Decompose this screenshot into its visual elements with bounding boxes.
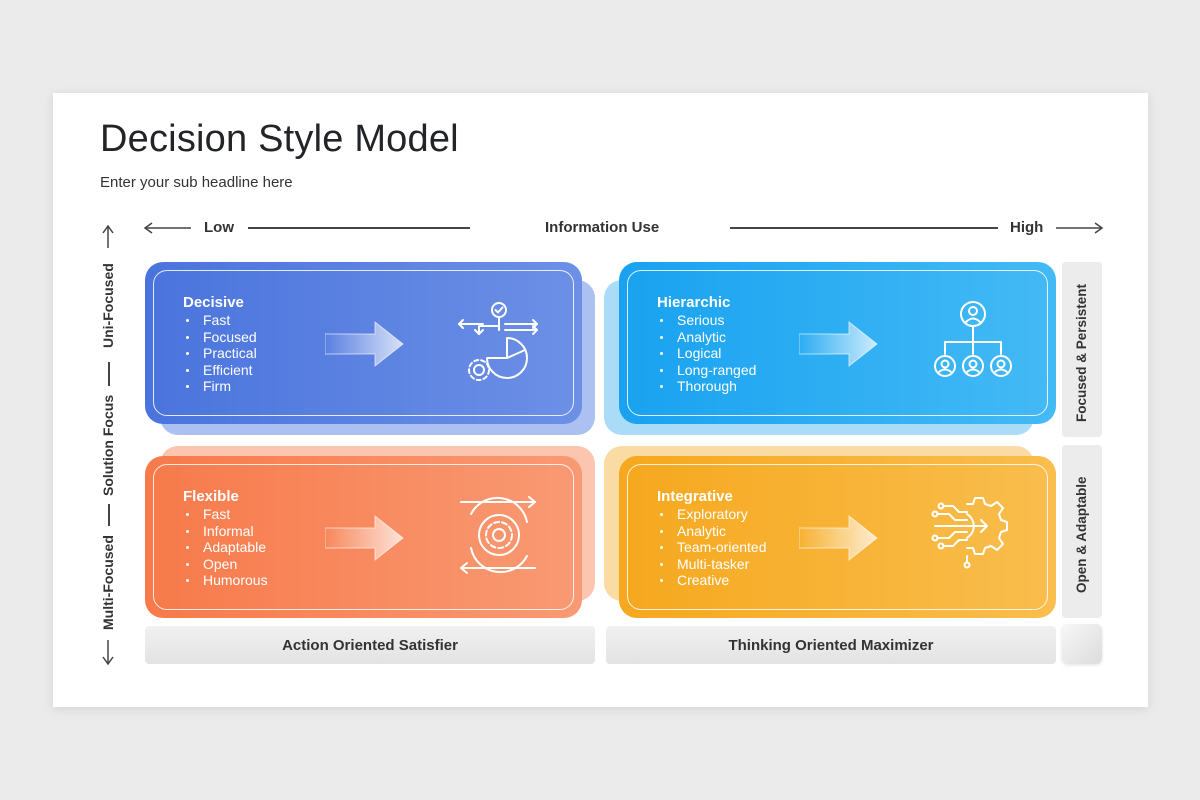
- list-item: Humorous: [183, 572, 268, 589]
- top-axis-line-left: [248, 227, 470, 229]
- list-item: Long-ranged: [657, 362, 756, 379]
- flexible-title: Flexible: [183, 488, 239, 505]
- bottom-label-thinking-oriented: Thinking Oriented Maximizer: [606, 626, 1056, 664]
- decision-gear-chart-icon: [458, 302, 538, 381]
- top-axis-line-right: [730, 227, 998, 229]
- list-item: Adaptable: [183, 539, 268, 556]
- left-axis-uni-focused-label: Uni-Focused: [100, 263, 116, 348]
- list-item: Analytic: [657, 329, 756, 346]
- right-arrow-icon: [799, 320, 878, 368]
- axis-information-use-label: Information Use: [545, 219, 660, 236]
- slide-subtitle: Enter your sub headline here: [100, 174, 293, 191]
- hierarchic-title: Hierarchic: [657, 294, 731, 311]
- list-item: Fast: [183, 506, 268, 523]
- list-item: Open: [183, 556, 268, 573]
- right-label-focused-persistent: Focused & Persistent: [1062, 262, 1102, 437]
- hierarchic-traits-list: Serious Analytic Logical Long-ranged Tho…: [657, 312, 756, 395]
- list-item: Serious: [657, 312, 756, 329]
- gear-cycle-arrows-icon: [460, 496, 536, 574]
- slide-title: Decision Style Model: [100, 118, 459, 160]
- flexible-card: Flexible Fast Informal Adaptable Open Hu…: [145, 456, 582, 618]
- list-item: Informal: [183, 523, 268, 540]
- left-axis-line-bottom: [108, 504, 110, 526]
- list-item: Multi-tasker: [657, 556, 767, 573]
- left-axis-up-arrow-icon: [102, 224, 114, 248]
- axis-high-label: High: [1010, 219, 1044, 236]
- decisive-title: Decisive: [183, 294, 244, 311]
- top-axis-right-arrow-icon: [1056, 222, 1104, 234]
- top-axis-left-arrow-icon: [143, 222, 191, 234]
- left-axis-multi-focused-label: Multi-Focused: [100, 535, 116, 630]
- right-label-focused-persistent-text: Focused & Persistent: [1074, 283, 1089, 422]
- right-arrow-icon: [799, 514, 878, 562]
- list-item: Creative: [657, 572, 767, 589]
- hierarchic-card: Hierarchic Serious Analytic Logical Long…: [619, 262, 1056, 424]
- left-axis-down-arrow-icon: [102, 640, 114, 666]
- left-axis-line-top: [108, 362, 110, 386]
- right-arrow-icon: [325, 320, 404, 368]
- list-item: Focused: [183, 329, 257, 346]
- corner-box: [1062, 624, 1102, 664]
- list-item: Efficient: [183, 362, 257, 379]
- org-hierarchy-icon: [934, 301, 1012, 377]
- list-item: Practical: [183, 345, 257, 362]
- bottom-label-action-oriented: Action Oriented Satisfier: [145, 626, 595, 664]
- list-item: Team-oriented: [657, 539, 767, 556]
- list-item: Logical: [657, 345, 756, 362]
- axis-low-label: Low: [204, 219, 234, 236]
- right-arrow-icon: [325, 514, 404, 562]
- circuit-gear-icon: [931, 497, 1008, 569]
- list-item: Thorough: [657, 378, 756, 395]
- list-item: Firm: [183, 378, 257, 395]
- decisive-card: Decisive Fast Focused Practical Efficien…: [145, 262, 582, 424]
- left-axis-solution-focus-label: Solution Focus: [100, 394, 116, 496]
- integrative-traits-list: Exploratory Analytic Team-oriented Multi…: [657, 506, 767, 589]
- right-label-open-adaptable-text: Open & Adaptable: [1074, 476, 1089, 593]
- list-item: Exploratory: [657, 506, 767, 523]
- flexible-traits-list: Fast Informal Adaptable Open Humorous: [183, 506, 268, 589]
- integrative-title: Integrative: [657, 488, 733, 505]
- right-label-open-adaptable: Open & Adaptable: [1062, 445, 1102, 618]
- decisive-traits-list: Fast Focused Practical Efficient Firm: [183, 312, 257, 395]
- integrative-card: Integrative Exploratory Analytic Team-or…: [619, 456, 1056, 618]
- list-item: Fast: [183, 312, 257, 329]
- list-item: Analytic: [657, 523, 767, 540]
